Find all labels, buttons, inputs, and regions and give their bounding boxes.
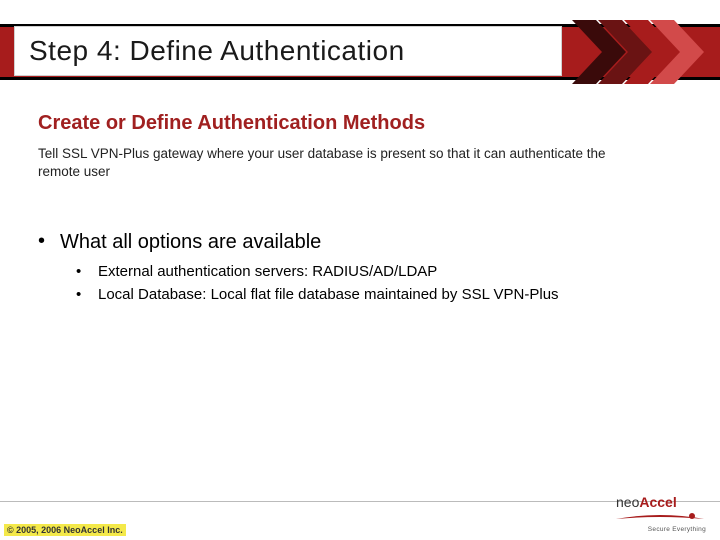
subtitle: Create or Define Authentication Methods <box>38 112 678 135</box>
sub-list-item: Local Database: Local flat file database… <box>76 285 678 305</box>
company-logo: neoAccel Secure Everything <box>616 494 706 534</box>
logo-part1: neo <box>616 494 639 510</box>
logo-tagline: Secure Everything <box>616 526 706 533</box>
logo-part2: Accel <box>639 494 676 510</box>
chevrons-decoration <box>572 20 712 84</box>
footer-divider <box>0 501 720 502</box>
sub-list-item: External authentication servers: RADIUS/… <box>76 262 678 282</box>
list-item-label: What all options are available <box>60 231 321 253</box>
logo-swoosh-icon <box>616 513 704 523</box>
sub-bullet-list: External authentication servers: RADIUS/… <box>76 262 678 305</box>
page-title: Step 4: Define Authentication <box>29 35 405 67</box>
content-area: Create or Define Authentication Methods … <box>38 112 678 315</box>
slide: Step 4: Define Authentication Create or … <box>0 0 720 540</box>
title-box: Step 4: Define Authentication <box>14 26 562 76</box>
list-item: What all options are available External … <box>38 231 678 305</box>
copyright: © 2005, 2006 NeoAccel Inc. <box>4 524 126 536</box>
logo-text: neoAccel <box>616 494 706 510</box>
bullet-list: What all options are available External … <box>38 231 678 305</box>
description: Tell SSL VPN-Plus gateway where your use… <box>38 145 618 181</box>
